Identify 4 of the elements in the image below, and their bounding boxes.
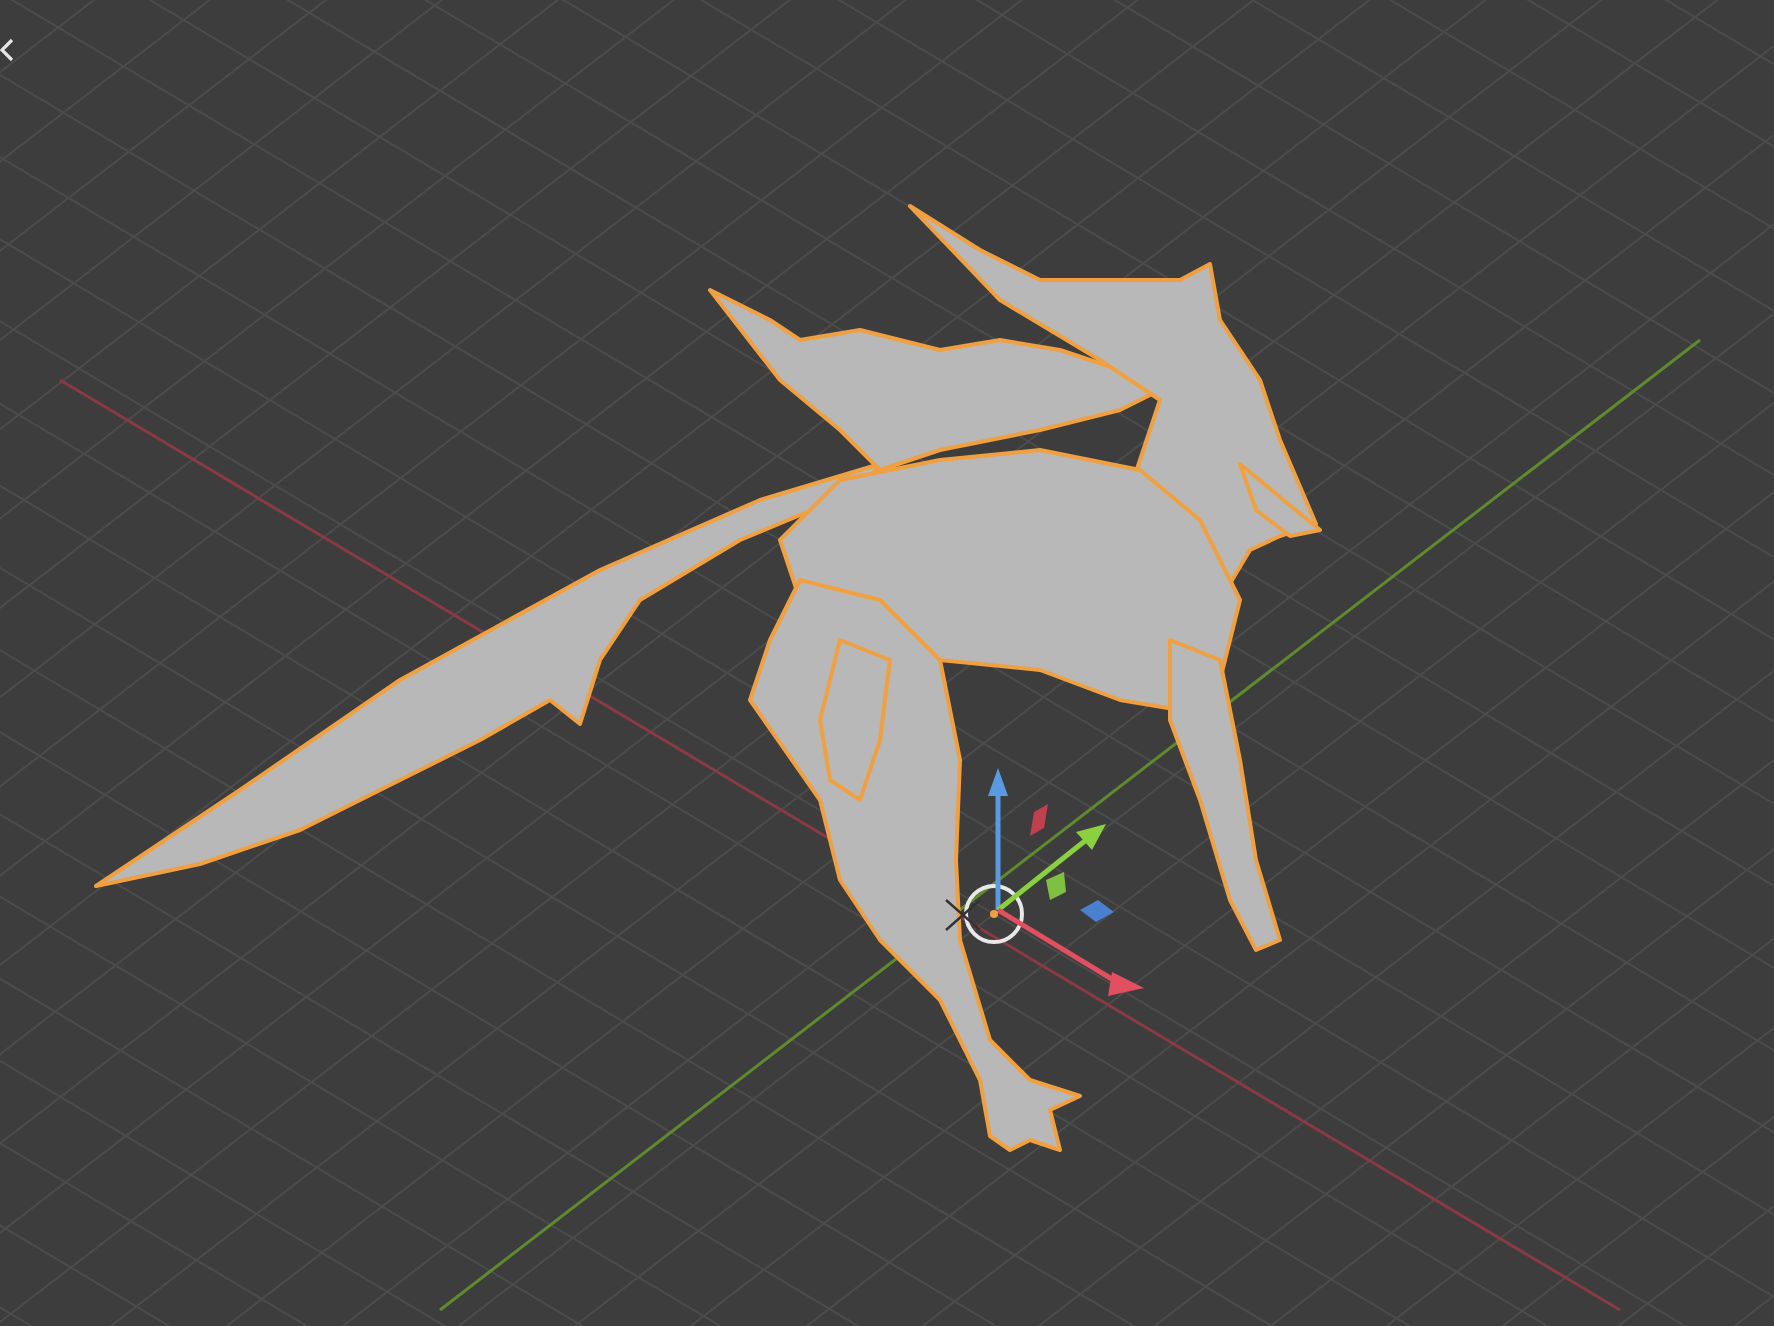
chevron-icon[interactable] <box>0 38 14 62</box>
transform-gizmo-drawing[interactable] <box>988 768 1144 996</box>
creature-model[interactable] <box>94 204 1322 1152</box>
cursor-3d-icon <box>944 884 1024 944</box>
